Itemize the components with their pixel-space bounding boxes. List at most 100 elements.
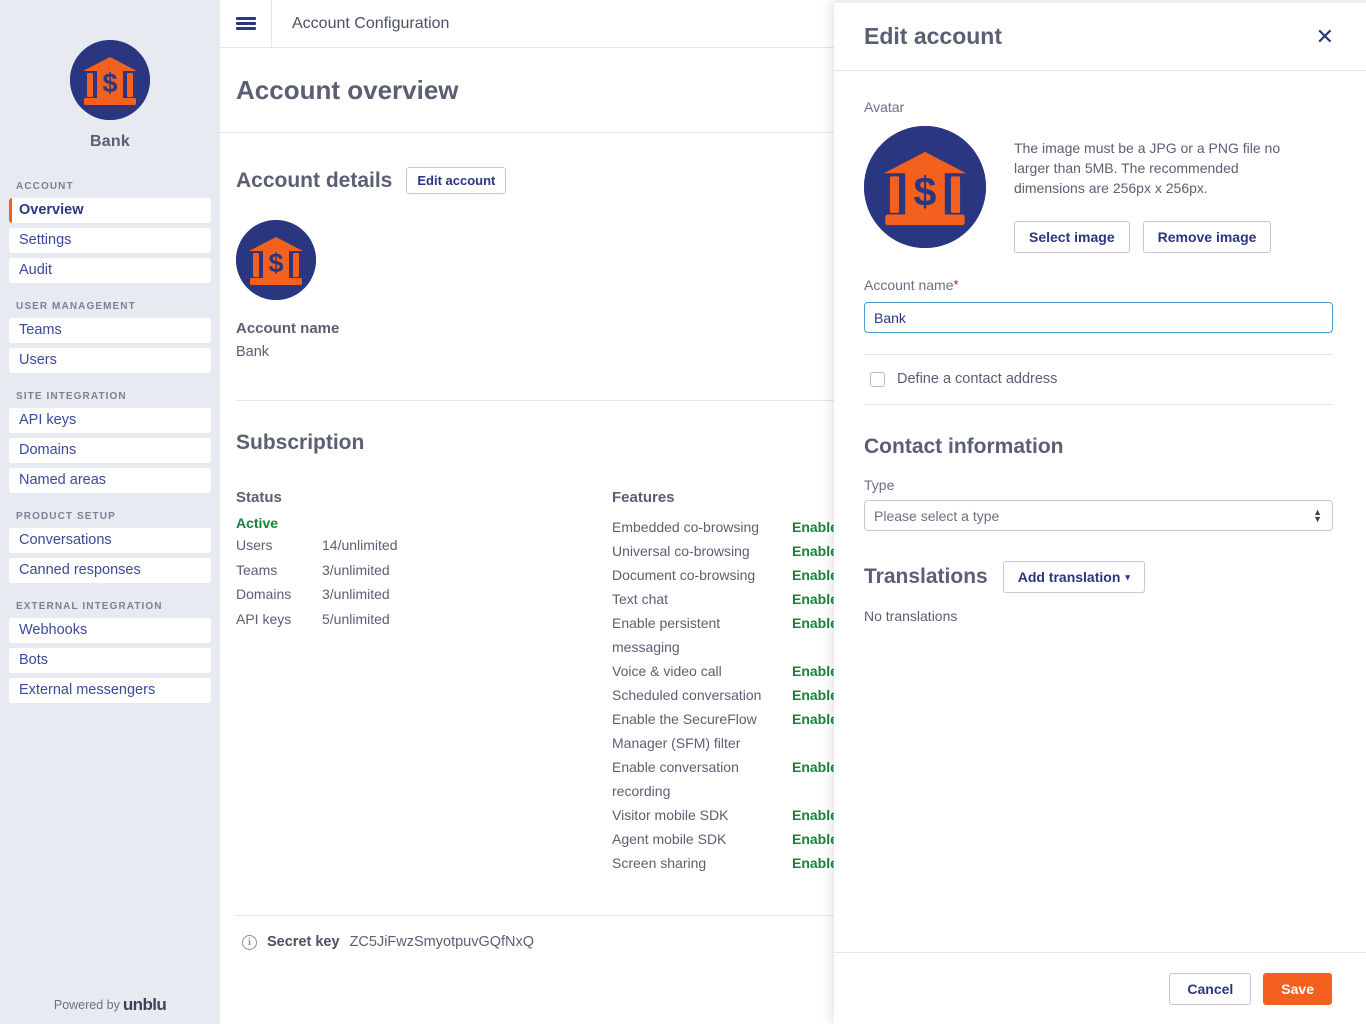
feature-name: Text chat: [612, 587, 792, 611]
chevron-down-icon: ▾: [1125, 572, 1130, 582]
powered-by-footer: Powered byunblu: [0, 986, 220, 1024]
svg-text:$: $: [102, 68, 117, 98]
define-contact-address-label: Define a contact address: [897, 371, 1057, 387]
unblu-logo: unblu: [123, 995, 166, 1014]
stat-row: Teams 3/unlimited: [236, 558, 612, 583]
stat-key: API keys: [236, 607, 322, 632]
bank-logo-icon: $: [70, 40, 150, 120]
cancel-button[interactable]: Cancel: [1169, 973, 1251, 1005]
bank-logo-svg: $: [70, 40, 150, 120]
type-select-wrapper: Please select a type ▲▼: [864, 500, 1333, 531]
nav-group-title: SITE INTEGRATION: [0, 391, 220, 408]
nav-group-title: USER MANAGEMENT: [0, 301, 220, 318]
sidebar-item-overview[interactable]: Overview: [9, 198, 211, 223]
sidebar-item-named-areas[interactable]: Named areas: [9, 468, 211, 493]
type-field: Type Please select a type ▲▼: [864, 477, 1333, 531]
stat-row: Users 14/unlimited: [236, 533, 612, 558]
translations-title: Translations: [864, 565, 988, 589]
close-icon[interactable]: ✕: [1316, 26, 1334, 48]
secret-key-value: ZC5JiFwzSmyotpuvGQfNxQ: [350, 934, 535, 950]
sidebar: $ Bank ACCOUNT Overview Settings Audit U…: [0, 0, 220, 1024]
status-badge: Active: [236, 515, 612, 531]
nav-group-account: ACCOUNT Overview Settings Audit: [0, 181, 220, 283]
account-name-field: Account name*: [864, 277, 1333, 333]
feature-name: Enable conversation recording: [612, 755, 792, 803]
info-circle-icon[interactable]: i: [242, 935, 257, 950]
type-select[interactable]: Please select a type: [864, 500, 1333, 531]
bank-logo-svg: $: [864, 126, 986, 248]
remove-image-button[interactable]: Remove image: [1143, 221, 1272, 253]
stat-value: 3/unlimited: [322, 582, 390, 607]
topbar-title: Account Configuration: [272, 15, 449, 33]
stat-row: Domains 3/unlimited: [236, 582, 612, 607]
avatar-section: $ The image must be a JPG or a PNG file …: [864, 126, 1333, 253]
sidebar-item-api-keys[interactable]: API keys: [9, 408, 211, 433]
panel-body: Avatar $: [834, 71, 1366, 952]
nav-group-product-setup: PRODUCT SETUP Conversations Canned respo…: [0, 511, 220, 583]
feature-name: Voice & video call: [612, 659, 792, 683]
sidebar-item-bots[interactable]: Bots: [9, 648, 211, 673]
nav-group-title: PRODUCT SETUP: [0, 511, 220, 528]
translations-header: Translations Add translation ▾: [864, 561, 1333, 593]
hamburger-menu-icon[interactable]: [220, 0, 272, 48]
feature-name: Agent mobile SDK: [612, 827, 792, 851]
avatar-buttons: Select image Remove image: [1014, 221, 1306, 253]
feature-name: Screen sharing: [612, 851, 792, 875]
account-details-title: Account details: [236, 169, 392, 193]
feature-name: Scheduled conversation: [612, 683, 792, 707]
account-name-field-label: Account name: [864, 277, 954, 293]
stat-value: 5/unlimited: [322, 607, 390, 632]
avatar-label: Avatar: [864, 99, 1333, 115]
contact-information-title: Contact information: [864, 435, 1333, 459]
feature-name: Universal co-browsing: [612, 539, 792, 563]
stat-value: 14/unlimited: [322, 533, 398, 558]
bank-logo-svg: $: [236, 220, 316, 300]
define-contact-address-row[interactable]: Define a contact address: [864, 355, 1333, 404]
panel-title: Edit account: [864, 23, 1316, 50]
define-contact-address-checkbox[interactable]: [870, 372, 885, 387]
sidebar-item-webhooks[interactable]: Webhooks: [9, 618, 211, 643]
sidebar-item-users[interactable]: Users: [9, 348, 211, 373]
svg-text:$: $: [268, 248, 283, 278]
feature-name: Enable persistent messaging: [612, 611, 792, 659]
sidebar-item-settings[interactable]: Settings: [9, 228, 211, 253]
select-image-button[interactable]: Select image: [1014, 221, 1130, 253]
nav-group-user-management: USER MANAGEMENT Teams Users: [0, 301, 220, 373]
powered-by-label: Powered by: [54, 998, 120, 1012]
sidebar-item-audit[interactable]: Audit: [9, 258, 211, 283]
page-title: Account overview: [236, 75, 459, 106]
panel-divider: [864, 404, 1333, 405]
nav-group-external-integration: EXTERNAL INTEGRATION Webhooks Bots Exter…: [0, 601, 220, 703]
sidebar-item-domains[interactable]: Domains: [9, 438, 211, 463]
stat-value: 3/unlimited: [322, 558, 390, 583]
sidebar-nav: ACCOUNT Overview Settings Audit USER MAN…: [0, 181, 220, 703]
app-root: $ Bank ACCOUNT Overview Settings Audit U…: [0, 0, 1366, 1024]
account-name-input[interactable]: [864, 302, 1333, 333]
sidebar-item-external-messengers[interactable]: External messengers: [9, 678, 211, 703]
sidebar-item-conversations[interactable]: Conversations: [9, 528, 211, 553]
stat-key: Teams: [236, 558, 322, 583]
sidebar-item-teams[interactable]: Teams: [9, 318, 211, 343]
stat-key: Users: [236, 533, 322, 558]
feature-name: Enable the SecureFlow Manager (SFM) filt…: [612, 707, 792, 755]
nav-group-title: EXTERNAL INTEGRATION: [0, 601, 220, 618]
edit-account-panel: Edit account ✕ Avatar: [834, 0, 1366, 1024]
sidebar-brand: $ Bank: [0, 0, 220, 151]
nav-group-site-integration: SITE INTEGRATION API keys Domains Named …: [0, 391, 220, 493]
nav-group-title: ACCOUNT: [0, 181, 220, 198]
chevron-updown-icon: ▲▼: [1313, 509, 1322, 523]
svg-text:$: $: [914, 168, 937, 214]
sidebar-item-canned-responses[interactable]: Canned responses: [9, 558, 211, 583]
status-column-header: Status: [236, 489, 612, 506]
edit-account-button[interactable]: Edit account: [406, 167, 506, 194]
save-button[interactable]: Save: [1263, 973, 1332, 1005]
panel-header: Edit account ✕: [834, 3, 1366, 71]
avatar-info: The image must be a JPG or a PNG file no…: [1014, 126, 1306, 253]
avatar-description: The image must be a JPG or a PNG file no…: [1014, 138, 1306, 198]
secret-key-label: Secret key: [267, 934, 340, 950]
add-translation-button[interactable]: Add translation ▾: [1003, 561, 1145, 593]
panel-footer: Cancel Save: [834, 952, 1366, 1024]
panel-avatar-icon: $: [864, 126, 986, 248]
stat-row: API keys 5/unlimited: [236, 607, 612, 632]
add-translation-label: Add translation: [1018, 569, 1121, 585]
